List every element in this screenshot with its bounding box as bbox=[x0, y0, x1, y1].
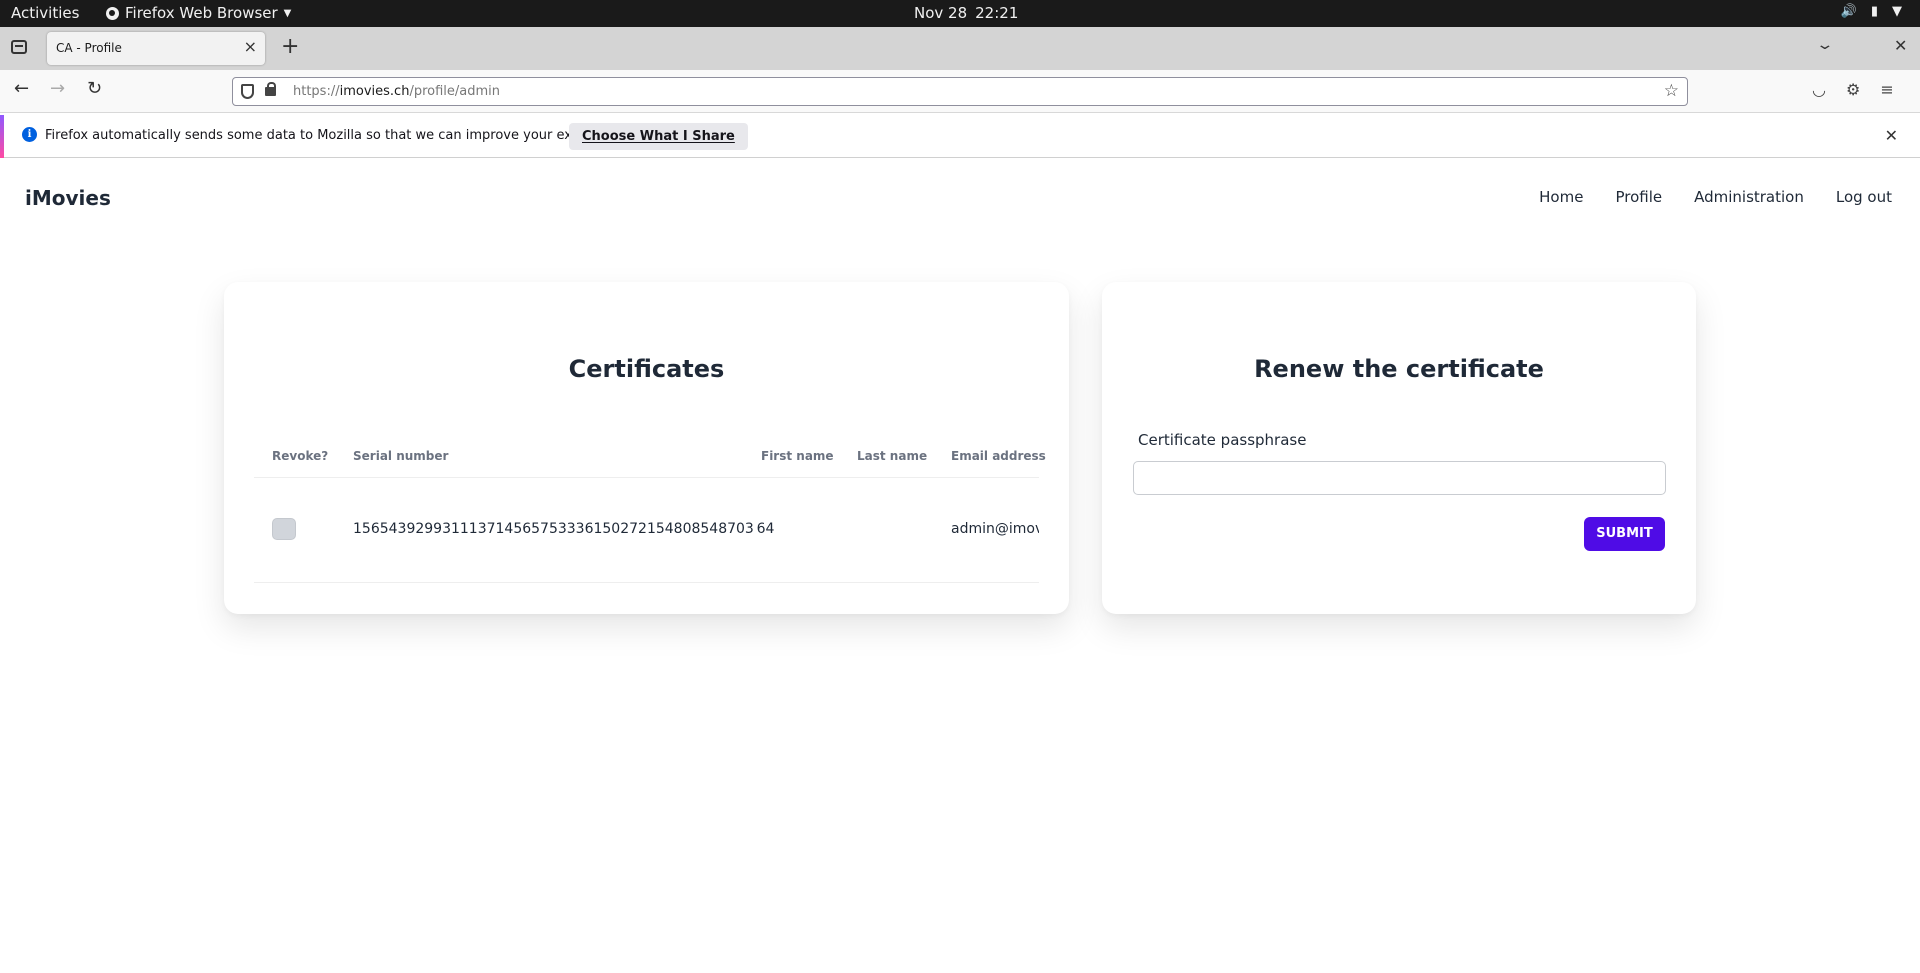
choose-what-i-share-button[interactable]: Choose What I Share bbox=[569, 123, 748, 150]
caret-down-icon: ▼ bbox=[283, 7, 292, 19]
notification-accent bbox=[0, 115, 4, 158]
lock-icon[interactable] bbox=[265, 82, 276, 96]
bookmark-star-icon[interactable]: ☆ bbox=[1664, 81, 1679, 101]
battery-icon: ▮ bbox=[1870, 4, 1878, 19]
chevron-down-icon[interactable]: ⌄ bbox=[1815, 37, 1834, 53]
url-bar[interactable]: https://imovies.ch/profile/admin ☆ bbox=[232, 77, 1688, 106]
site-brand[interactable]: iMovies bbox=[25, 186, 111, 210]
nav-administration[interactable]: Administration bbox=[1694, 188, 1804, 206]
notification-message: Firefox automatically sends some data to… bbox=[45, 128, 633, 143]
app-menu[interactable]: Firefox Web Browser ▼ bbox=[106, 4, 291, 22]
renew-title: Renew the certificate bbox=[1254, 355, 1544, 383]
toolbar-icons: ◡ ⚙ ≡ bbox=[1812, 80, 1894, 99]
volume-icon: 🔊 bbox=[1840, 4, 1857, 19]
tab-title: CA - Profile bbox=[56, 41, 122, 55]
close-window-icon[interactable]: ✕ bbox=[1894, 36, 1907, 55]
reload-icon[interactable]: ↻ bbox=[87, 79, 102, 99]
close-notification-icon[interactable]: ✕ bbox=[1885, 126, 1898, 145]
column-header-last-name: Last name bbox=[857, 449, 928, 463]
column-header-first-name: First name bbox=[761, 449, 834, 463]
serial-number-cell: 1565439299311137145657533361502721548085… bbox=[353, 521, 775, 537]
certificates-title: Certificates bbox=[568, 355, 725, 383]
renew-certificate-card: Renew the certificate Certificate passph… bbox=[1102, 282, 1696, 614]
email-cell-clip: admin@imov bbox=[951, 520, 1039, 540]
system-tray[interactable]: 🔊 ▮ ▼ bbox=[1841, 4, 1902, 19]
firefox-icon bbox=[106, 6, 119, 20]
url-host: imovies.ch bbox=[339, 84, 410, 99]
clock[interactable]: Nov 28 22:21 bbox=[914, 4, 1018, 22]
passphrase-label: Certificate passphrase bbox=[1138, 431, 1307, 449]
data-notification-bar: i Firefox automatically sends some data … bbox=[0, 115, 1920, 158]
caret-down-icon: ▼ bbox=[1892, 4, 1902, 19]
column-header-email: Email address bbox=[951, 449, 1046, 463]
submit-button[interactable]: SUBMIT bbox=[1584, 517, 1665, 551]
new-tab-icon[interactable]: + bbox=[281, 36, 299, 58]
nav-profile[interactable]: Profile bbox=[1615, 188, 1662, 206]
nav-log-out[interactable]: Log out bbox=[1836, 188, 1892, 206]
extensions-icon[interactable]: ⚙ bbox=[1846, 80, 1860, 99]
table-header-divider bbox=[254, 477, 1039, 478]
pocket-icon[interactable]: ◡ bbox=[1812, 80, 1826, 99]
activities-button[interactable]: Activities bbox=[11, 4, 79, 22]
url-text[interactable]: https://imovies.ch/profile/admin bbox=[293, 84, 500, 99]
url-path: /profile/admin bbox=[409, 84, 500, 99]
passphrase-input[interactable] bbox=[1133, 461, 1666, 495]
info-icon: i bbox=[22, 127, 37, 142]
tracking-shield-icon[interactable] bbox=[241, 84, 254, 99]
app-name: Firefox Web Browser bbox=[125, 4, 278, 22]
site-header: iMovies Home Profile Administration Log … bbox=[0, 160, 1920, 235]
back-icon[interactable]: ← bbox=[14, 79, 29, 99]
column-header-revoke: Revoke? bbox=[272, 449, 329, 463]
tab-active[interactable]: CA - Profile × bbox=[47, 32, 265, 65]
clock-time: 22:21 bbox=[975, 4, 1019, 22]
column-header-serial: Serial number bbox=[353, 449, 449, 463]
close-tab-icon[interactable]: × bbox=[244, 39, 257, 55]
menu-icon[interactable]: ≡ bbox=[1880, 80, 1893, 99]
table-row-divider bbox=[254, 582, 1039, 583]
tab-strip: CA - Profile × + ⌄ ✕ bbox=[0, 27, 1920, 70]
clock-date: Nov 28 bbox=[914, 4, 968, 22]
tab-list-icon[interactable] bbox=[11, 40, 27, 54]
forward-icon[interactable]: → bbox=[50, 79, 65, 99]
certificates-card: Certificates Revoke? Serial number First… bbox=[224, 282, 1069, 614]
nav-home[interactable]: Home bbox=[1539, 188, 1583, 206]
system-top-bar: Activities Firefox Web Browser ▼ Nov 28 2… bbox=[0, 0, 1920, 27]
navigation-bar: ← → ↻ https://imovies.ch/profile/admin ☆… bbox=[0, 70, 1920, 113]
revoke-checkbox[interactable] bbox=[272, 518, 296, 540]
email-cell: admin@imov bbox=[951, 521, 1039, 537]
url-prefix: https:// bbox=[293, 84, 340, 99]
site-nav: Home Profile Administration Log out bbox=[1539, 188, 1892, 206]
